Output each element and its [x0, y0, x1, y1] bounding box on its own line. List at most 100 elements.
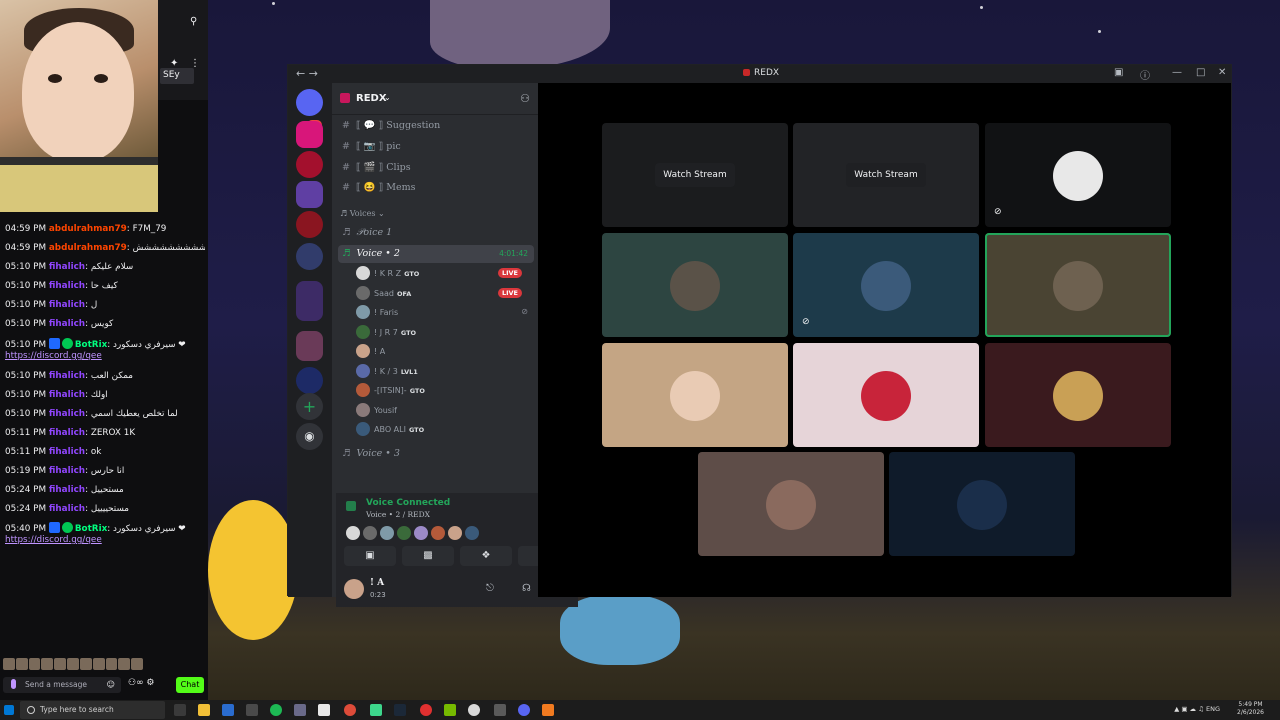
voice-user[interactable]: -[ITSIN]- GTO: [356, 382, 532, 399]
voice-user[interactable]: Yousif: [356, 402, 532, 419]
direct-messages-icon[interactable]: [296, 89, 323, 116]
message-link[interactable]: https://discord.gg/qee: [5, 351, 102, 361]
add-server-icon[interactable]: +: [296, 393, 323, 420]
server-icon[interactable]: [296, 151, 323, 178]
message-link[interactable]: https://discord.gg/qee: [5, 535, 102, 545]
message-username[interactable]: fihalich: [49, 428, 85, 438]
back-forward-icon[interactable]: ← →: [296, 67, 318, 80]
chat-settings-icons[interactable]: ⚇∞ ⚙: [128, 678, 155, 688]
voice-user[interactable]: ! A: [356, 343, 532, 360]
close-icon[interactable]: ✕: [1218, 67, 1226, 78]
text-channel[interactable]: # ⟦ 📷 ⟧ pic: [338, 138, 534, 156]
activities-button[interactable]: ❖: [460, 546, 512, 566]
message-username[interactable]: BotRix: [75, 340, 107, 350]
server-icon-redx[interactable]: [296, 181, 323, 208]
participant-tile[interactable]: [698, 452, 884, 556]
voice-category[interactable]: ♬ Voices ⌄: [340, 209, 385, 218]
mic-icon[interactable]: [11, 679, 16, 689]
inbox-icon[interactable]: ▣: [1114, 67, 1123, 78]
voice-user[interactable]: ! J R 7 GTO: [356, 324, 532, 341]
search-icon[interactable]: ⚲: [190, 16, 197, 27]
notepad-icon[interactable]: [318, 704, 330, 716]
server-folder[interactable]: [296, 281, 323, 321]
message-username[interactable]: fihalich: [49, 262, 85, 272]
message-username[interactable]: fihalich: [49, 466, 85, 476]
message-username[interactable]: fihalich: [49, 409, 85, 419]
app-icon[interactable]: [420, 704, 432, 716]
discover-icon[interactable]: ◉: [296, 423, 323, 450]
message-username[interactable]: fihalich: [49, 447, 85, 457]
app-icon[interactable]: [542, 704, 554, 716]
start-icon[interactable]: [4, 705, 14, 715]
discord-taskbar-icon[interactable]: [518, 704, 530, 716]
user-avatar[interactable]: [344, 579, 364, 599]
minimize-icon[interactable]: —: [1172, 67, 1182, 78]
app-icon[interactable]: [468, 704, 480, 716]
voice-user[interactable]: ! Faris ⊘: [356, 304, 532, 321]
text-channel[interactable]: # ⟦ 😆 ⟧ Mems: [338, 179, 534, 197]
stream-tile[interactable]: Watch Stream: [602, 123, 788, 227]
taskbar-clock[interactable]: 5:49 PM 2/6/2026: [1237, 701, 1264, 717]
emoji-icon[interactable]: ☺: [107, 680, 115, 689]
app-icon[interactable]: [246, 704, 258, 716]
participant-tile[interactable]: [985, 233, 1171, 337]
stream-tile[interactable]: Watch Stream: [793, 123, 979, 227]
message-username[interactable]: BotRix: [75, 524, 107, 534]
voice-user[interactable]: ABO ALI GTO: [356, 421, 532, 438]
server-header[interactable]: REDX ⌄ ⚇: [332, 83, 538, 115]
send-message-input[interactable]: Send a message ☺: [3, 677, 121, 693]
watch-stream-button[interactable]: Watch Stream: [655, 163, 735, 187]
voice-user[interactable]: Saad OFA LIVE: [356, 285, 532, 302]
voice-channel[interactable]: ♬ Voice • 3: [338, 445, 534, 463]
microphone-icon[interactable]: ⎋: [486, 583, 494, 594]
invite-icon[interactable]: ⚇: [520, 92, 530, 105]
text-channel[interactable]: # ⟦ 🎬 ⟧ Clips: [338, 159, 534, 177]
participant-tile[interactable]: ⊘: [793, 233, 979, 337]
server-icon[interactable]: [296, 121, 323, 148]
emote-bar[interactable]: [3, 658, 143, 672]
watch-stream-button[interactable]: Watch Stream: [846, 163, 926, 187]
message-username[interactable]: abdulrahman79: [49, 224, 127, 234]
server-folder[interactable]: [296, 331, 323, 361]
app-icon[interactable]: [294, 704, 306, 716]
server-icon[interactable]: [296, 367, 323, 394]
message-username[interactable]: abdulrahman79: [49, 243, 127, 253]
task-view-icon[interactable]: [174, 704, 186, 716]
file-explorer-icon[interactable]: [198, 704, 210, 716]
headphones-icon[interactable]: ☊: [522, 583, 531, 594]
voice-channel[interactable]: ♬ Voice • 2 4:01:42: [338, 245, 534, 263]
chrome-icon[interactable]: [344, 704, 356, 716]
nvidia-icon[interactable]: [444, 704, 456, 716]
message-username[interactable]: fihalich: [49, 300, 85, 310]
participant-tile[interactable]: [602, 343, 788, 447]
voice-user[interactable]: ! K / 3 LVL1: [356, 363, 532, 380]
message-username[interactable]: fihalich: [49, 281, 85, 291]
voice-channel[interactable]: ♬ 𝒫𝑜𝑖𝑐𝑒 1: [338, 224, 534, 242]
screen-share-button[interactable]: ▩: [402, 546, 454, 566]
message-username[interactable]: fihalich: [49, 319, 85, 329]
chat-button[interactable]: Chat: [176, 677, 204, 693]
participant-tile[interactable]: [793, 343, 979, 447]
participant-tile[interactable]: [985, 343, 1171, 447]
app-icon[interactable]: [370, 704, 382, 716]
participant-tile[interactable]: [889, 452, 1075, 556]
app-icon[interactable]: [222, 704, 234, 716]
taskbar-search-input[interactable]: Type here to search: [20, 701, 165, 719]
server-icon[interactable]: [296, 211, 323, 238]
message-username[interactable]: fihalich: [49, 485, 85, 495]
participant-tile[interactable]: [602, 233, 788, 337]
message-username[interactable]: fihalich: [49, 371, 85, 381]
server-icon[interactable]: [296, 243, 323, 270]
help-icon[interactable]: ⓘ: [1140, 67, 1150, 82]
participant-tile[interactable]: ⊘: [985, 123, 1171, 227]
spotify-icon[interactable]: [270, 704, 282, 716]
app-icon[interactable]: [494, 704, 506, 716]
voice-user[interactable]: ! K R Z GTO LIVE: [356, 265, 532, 282]
steam-icon[interactable]: [394, 704, 406, 716]
maximize-icon[interactable]: □: [1196, 67, 1205, 78]
text-channel[interactable]: # ⟦ 💬 ⟧ Suggestion: [338, 117, 534, 135]
voice-location[interactable]: Voice • 2 / REDX: [366, 510, 430, 519]
language-indicator[interactable]: ENG: [1206, 705, 1220, 713]
camera-off-button[interactable]: ▣: [344, 546, 396, 566]
system-tray[interactable]: ▲ ▣ ☁ ♫ ENG: [1174, 705, 1220, 713]
